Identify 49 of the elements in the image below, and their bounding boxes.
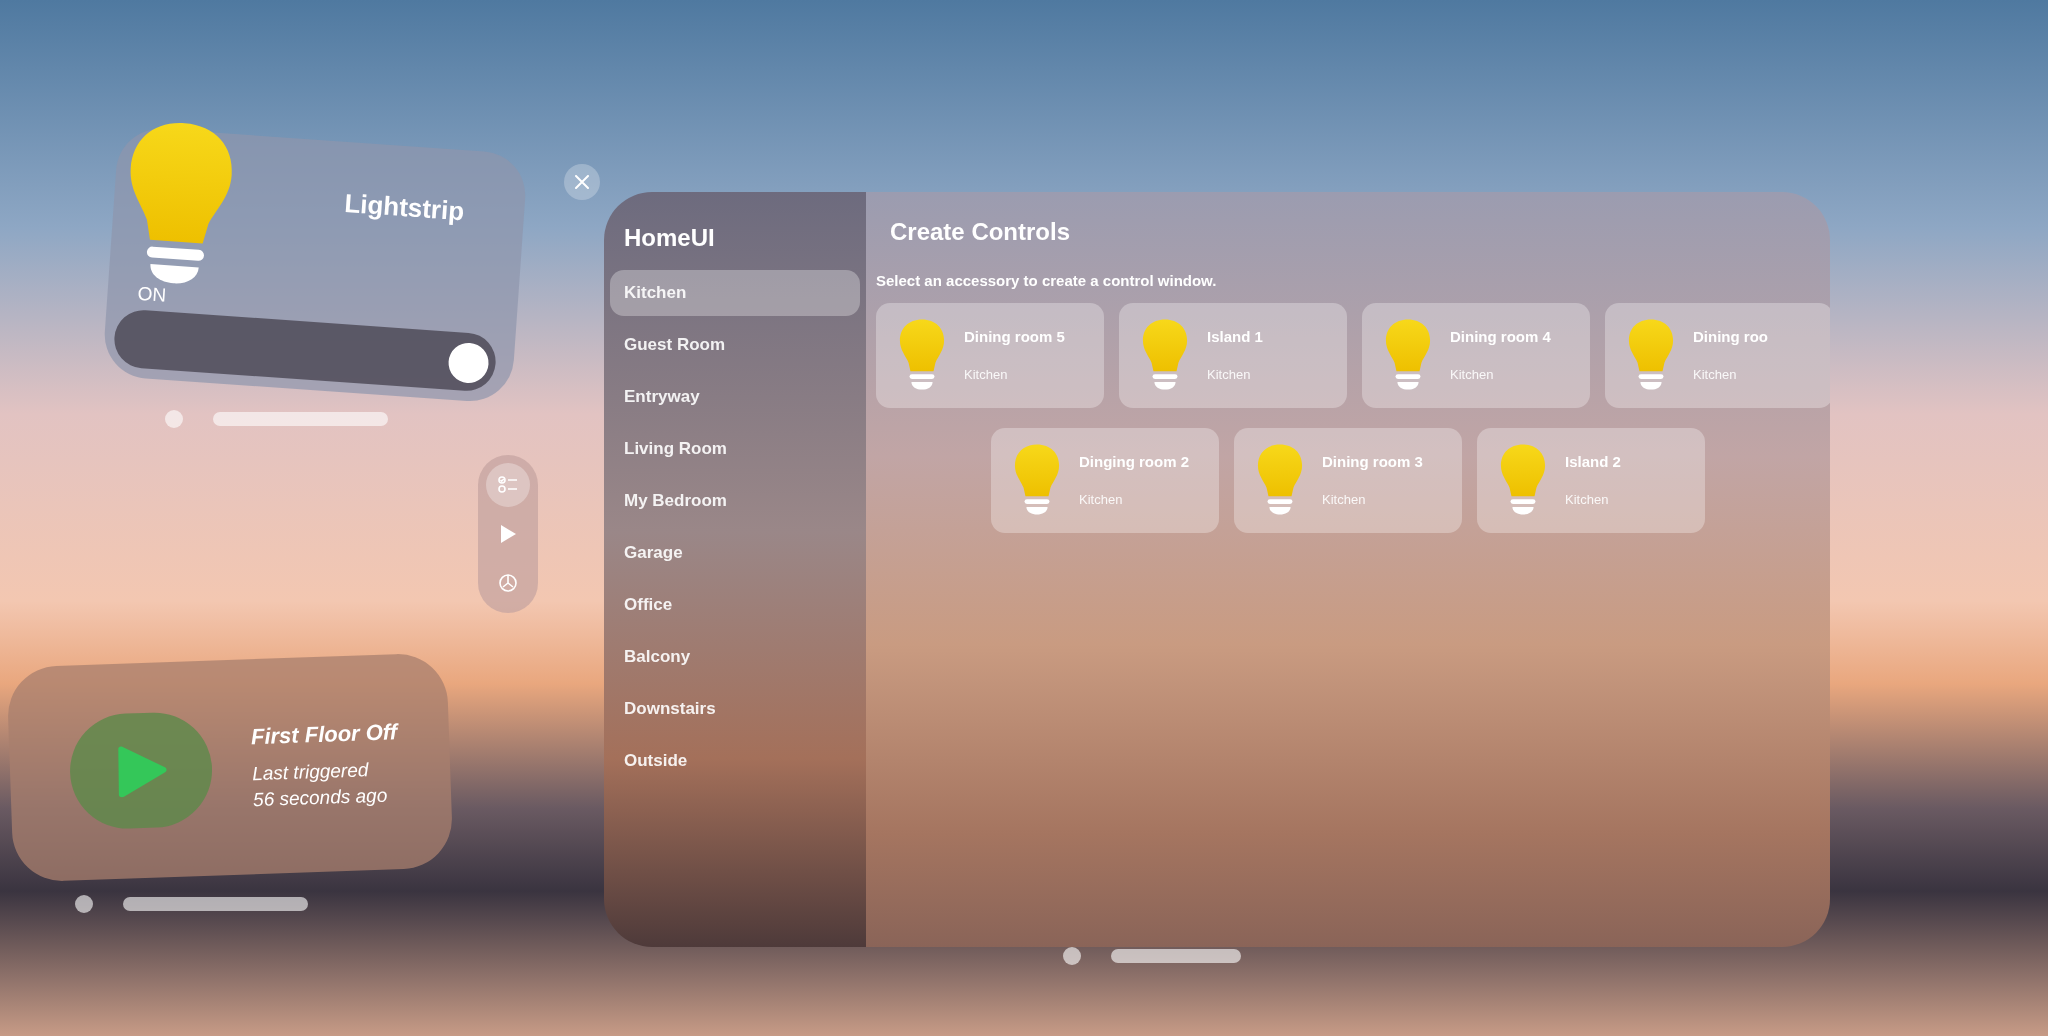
last-triggered-text: Last triggered 56 seconds ago xyxy=(251,758,389,813)
window-grabber[interactable] xyxy=(213,412,388,426)
page-heading: Create Controls xyxy=(889,217,1072,247)
accessory-name: Island 2 xyxy=(1565,452,1621,472)
room-label: Kitchen xyxy=(1207,365,1252,384)
scene-title: First Floor Off xyxy=(250,718,398,752)
room-label: Kitchen xyxy=(1322,490,1367,509)
accessory-name: Dining roo xyxy=(1693,327,1768,347)
sidebar-item[interactable]: Garage xyxy=(610,530,860,576)
accessory-card[interactable]: Island 1 Kitchen xyxy=(1119,302,1347,408)
accessory-name: Dining room 3 xyxy=(1322,452,1423,472)
slider-thumb[interactable] xyxy=(446,341,490,385)
accessory-card[interactable]: Island 2 Kitchen xyxy=(1477,427,1705,533)
room-label: Kitchen xyxy=(1693,365,1738,384)
light-bulb-icon xyxy=(1499,442,1547,518)
sidebar-item[interactable]: Living Room xyxy=(610,426,860,472)
sidebar-item[interactable]: Downstairs xyxy=(610,686,860,732)
timer-gear-icon xyxy=(497,571,519,594)
accessory-card[interactable]: Dining roo Kitchen xyxy=(1605,302,1830,408)
accessory-card[interactable]: Dining room 4 Kitchen xyxy=(1362,302,1590,408)
sidebar-item[interactable]: Balcony xyxy=(610,634,860,680)
accessory-name: Island 1 xyxy=(1207,327,1263,347)
accessory-card[interactable]: Dining room 3 Kitchen xyxy=(1234,427,1462,533)
room-label: Kitchen xyxy=(964,365,1009,384)
accessory-name: Dinging room 2 xyxy=(1079,452,1189,472)
toolbar-button[interactable] xyxy=(486,463,530,508)
window-grabber[interactable] xyxy=(1111,949,1241,963)
sidebar-item[interactable]: Entryway xyxy=(610,374,860,420)
accessory-card[interactable]: Dinging room 2 Kitchen xyxy=(991,427,1219,533)
state-label: ON xyxy=(136,281,167,308)
sidebar-item[interactable]: Guest Room xyxy=(610,322,860,368)
sidebar-item[interactable]: Office xyxy=(610,582,860,628)
accessory-card[interactable]: Dining room 5 Kitchen xyxy=(876,302,1104,408)
accessory-name: Dining room 4 xyxy=(1450,327,1551,347)
sidebar-item[interactable]: Kitchen xyxy=(610,270,860,316)
instruction-text: Select an accessory to create a control window. xyxy=(876,271,1218,291)
accessory-name: Dining room 5 xyxy=(964,327,1065,347)
play-icon xyxy=(499,524,517,544)
room-label: Kitchen xyxy=(1079,490,1124,509)
sidebar-item[interactable]: My Bedroom xyxy=(610,478,860,524)
close-button[interactable] xyxy=(564,164,600,200)
close-icon xyxy=(575,175,589,189)
widget-title: Lightstrip xyxy=(343,186,466,229)
room-label: Kitchen xyxy=(1565,490,1610,509)
room-label: Kitchen xyxy=(1450,365,1495,384)
app-title: HomeUI xyxy=(623,223,716,253)
sidebar-item[interactable]: Outside xyxy=(610,738,860,784)
scene-widget[interactable]: First Floor Off Last triggered 56 seconds ago xyxy=(6,652,454,883)
window-grabber[interactable] xyxy=(123,897,308,911)
